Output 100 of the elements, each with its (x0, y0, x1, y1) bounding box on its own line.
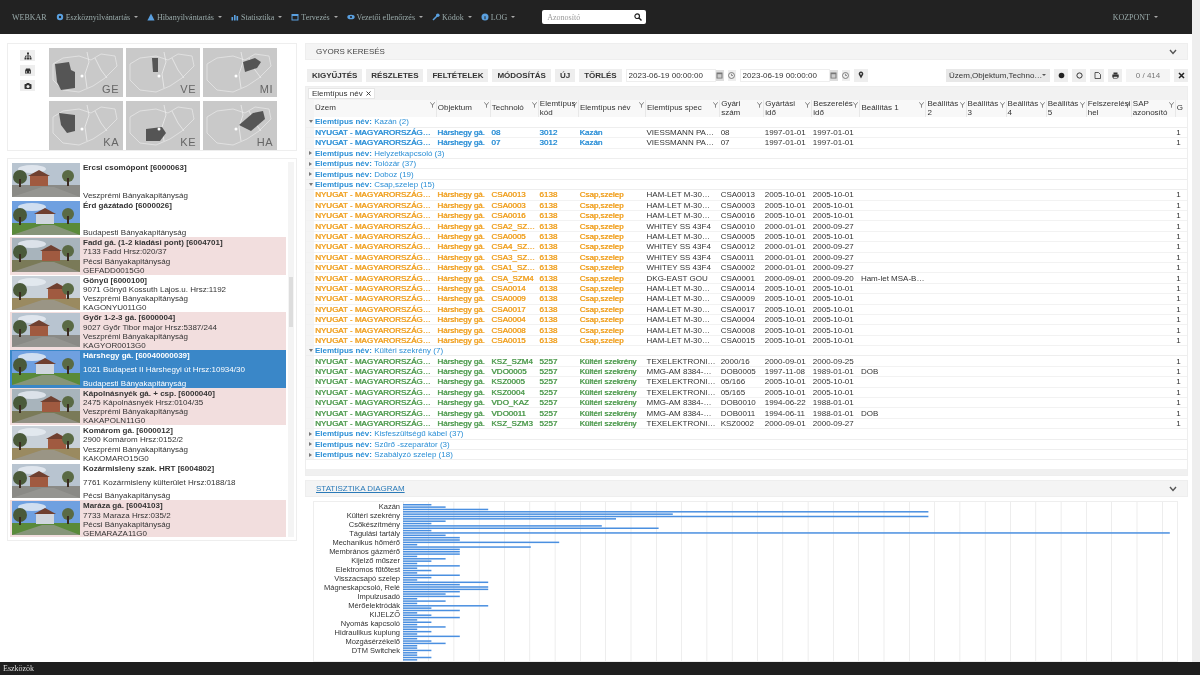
group-title[interactable]: Elemtípus név: Szabályzó szelep (18) (315, 450, 453, 460)
filled-circle-button[interactable] (1054, 68, 1068, 82)
export-button[interactable] (1090, 68, 1104, 82)
map-tile[interactable]: VE (126, 48, 200, 97)
group-title[interactable]: Elemtípus név: Csap,szelep (15) (315, 180, 435, 190)
close-icon (1177, 71, 1185, 79)
table-cell: Csap,szelep (578, 189, 646, 201)
column-header[interactable]: Üzem (314, 100, 437, 117)
expand-toggle[interactable] (309, 431, 312, 436)
expand-toggle[interactable] (309, 183, 313, 187)
toolbar-button[interactable]: RÉSZLETES (366, 68, 424, 82)
clock-button[interactable] (841, 69, 850, 81)
column-header[interactable]: Beszerelés idő (811, 100, 860, 117)
table-cell: Hárshegy gá. (436, 189, 491, 201)
calendar-button[interactable] (715, 69, 724, 81)
station-address: 2900 Komárom Hrsz:0152/2 (83, 435, 185, 445)
close-button[interactable] (1174, 68, 1188, 82)
column-header[interactable]: Gyártási idő (763, 100, 812, 117)
toolbar-button[interactable]: MÓDOSÍTÁS (492, 68, 551, 82)
scrollbar[interactable] (288, 162, 294, 537)
column-select[interactable]: Üzem,Objektum,Techno… (946, 68, 1050, 82)
date-field[interactable]: 2023-06-19 00:00:00 (625, 68, 716, 82)
table-cell: Hárshegy gá. (436, 252, 491, 263)
search-button[interactable] (630, 10, 647, 24)
station-list-item[interactable]: Komárom gá. [6000012] 2900 Komárom Hrsz:0152/2 Veszprémi Bányakapitányság KAKOMARO15G0 (10, 425, 286, 463)
column-header[interactable]: Beállítás 3 (966, 100, 1007, 117)
nav-menu[interactable]: Tervezés (291, 12, 338, 22)
column-header[interactable]: SAP azonosító (1131, 100, 1176, 117)
toolbar-button[interactable]: TÖRLÉS (579, 68, 622, 82)
nav-menu[interactable]: Vezetői ellenőrzés (346, 12, 424, 22)
section-link[interactable]: STATISZTIKA DIAGRAM (316, 484, 405, 493)
map-tile[interactable]: KA (49, 101, 123, 150)
group-title[interactable]: Elemtípus név: Kazán (2) (315, 117, 409, 127)
group-title[interactable]: Elemtípus név: Doboz (19) (315, 169, 414, 179)
station-list-item[interactable]: Maráza gá. [6004103] 7733 Maraza Hrsz:035/2 Pécsi Bányakapitányság GEMARAZA11G0 (10, 500, 286, 537)
group-title[interactable]: Elemtípus név: Szűrő -szeparátor (3) (315, 439, 450, 449)
group-title[interactable]: Elemtípus név: Kültéri szekrény (7) (315, 346, 444, 356)
expand-toggle[interactable] (309, 172, 312, 177)
station-list-item[interactable]: Gönyű [6000100] 9071 Gönyű Kossuth Lajos.u. Hrsz:1192 Veszprémi Bányakapitányság KAGONYU011G0 (10, 274, 286, 313)
column-header[interactable]: Felszerelési hel (1086, 100, 1132, 117)
nav-menu[interactable]: Eszköznyilvántartás (55, 12, 139, 22)
column-header[interactable]: Elemtípus kód (538, 100, 579, 117)
nav-menu[interactable]: Hibanyilvántartás (147, 12, 222, 22)
expand-toggle[interactable] (309, 349, 313, 353)
camera-button[interactable] (20, 80, 35, 91)
hierarchy-button[interactable] (20, 50, 35, 61)
empty-circle-button[interactable] (1072, 68, 1086, 82)
group-title[interactable]: Elemtípus név: Tolózár (37) (315, 159, 417, 169)
column-header[interactable]: Beállítás 2 (926, 100, 967, 117)
location-button[interactable] (853, 68, 868, 82)
station-authority: Budapesti Bányakapitányság (83, 378, 188, 388)
expand-toggle[interactable] (309, 452, 312, 457)
column-header[interactable]: Beállítás 1 (859, 100, 926, 117)
column-header[interactable]: Beállítás 5 (1046, 100, 1087, 117)
column-header[interactable]: Objektum (436, 100, 491, 117)
map-tile[interactable]: KE (126, 101, 200, 150)
user-menu[interactable]: KOZPONT (1112, 12, 1158, 22)
expand-toggle[interactable] (309, 151, 312, 156)
column-header[interactable]: Technoló (490, 100, 539, 117)
scrollbar-thumb[interactable] (289, 277, 293, 327)
expand-toggle[interactable] (309, 442, 312, 447)
column-header[interactable]: Beállítás 4 (1006, 100, 1047, 117)
column-header[interactable]: G (1175, 100, 1187, 117)
car-button[interactable] (20, 65, 35, 76)
group-chip[interactable]: Elemtípus név (308, 88, 375, 99)
table-cell: 2005-10-01 (763, 283, 812, 294)
station-code: GEFADD0015G0 (83, 265, 145, 275)
calendar-button[interactable] (829, 69, 838, 81)
nav-menu[interactable]: LOG (480, 12, 516, 22)
nav-menu[interactable]: Statisztika (230, 12, 283, 22)
map-tile[interactable]: GE (49, 48, 123, 97)
clock-button[interactable] (727, 69, 736, 81)
wrench-icon (432, 13, 441, 21)
toolbar-button[interactable]: ÚJ (554, 68, 576, 82)
column-header[interactable]: Elemtípus spec (645, 100, 720, 117)
scrollbar[interactable] (1192, 0, 1200, 662)
station-list-item[interactable]: Kápolnásnyék gá. + csp. [6000040] 2475 Kápolnásnyék Hrsz:0104/35 Veszprémi Bányakapitányság KAKAPOLN11G0 (10, 387, 286, 426)
table-cell: Csap,szelep (578, 231, 646, 242)
toolbar-button[interactable]: KIGYŰJTÉS (307, 68, 363, 82)
column-header[interactable]: Elemtípus név (578, 100, 646, 117)
print-button[interactable] (1108, 68, 1122, 82)
station-list-item[interactable]: Győr 1-2-3 gá. [6000004] 9027 Győr Tibor major Hrsz:5387/244 Veszprémi Bányakapitányság KAGYOR0013G0 (10, 312, 286, 350)
date-field[interactable]: 2023-06-19 00:00:00 (739, 68, 830, 82)
column-header[interactable]: Gyári szám (719, 100, 764, 117)
expand-toggle[interactable] (309, 120, 313, 124)
map-tile[interactable]: MI (203, 48, 277, 97)
station-code: KAKAPOLN11G0 (83, 416, 147, 426)
search-field[interactable]: Azonosító (542, 10, 631, 24)
expand-toggle[interactable] (309, 161, 312, 166)
station-list-item[interactable]: Ercsi csomópont [6000063] Veszprémi Bányakapitányság (10, 162, 286, 200)
brand-link[interactable]: WEBKAR (12, 12, 47, 22)
group-title[interactable]: Elemtípus név: Kisfeszültségű kábel (37) (315, 429, 464, 439)
station-list-item[interactable]: Fadd gá. (1-2 kiadási pont) [6004701] 7133 Fadd Hrsz:020/37 Pécsi Bányakapitányság GEFADD0015G0 (10, 237, 286, 275)
station-list-item[interactable]: Kozármisleny szak. HRT [6004802] 7761 Kozármisleny külterület Hrsz:0188/18 Pécsi Bányakapitányság (10, 462, 286, 501)
toolbar-button[interactable]: FELTÉTELEK (427, 68, 489, 82)
table-cell: 2005-10-01 (763, 387, 812, 398)
station-list-item[interactable]: Hárshegy gá. [60040000039] 1021 Budapest II Hárshegyi út Hrsz:10934/30 Budapesti Bányakapitányság (10, 349, 286, 388)
station-list-item[interactable]: Érd gázátadó [6000026] Budapesti Bányakapitányság (10, 199, 286, 238)
nav-menu[interactable]: Kódok (432, 12, 472, 22)
group-title[interactable]: Elemtípus név: Helyzetkapcsoló (3) (315, 148, 445, 158)
